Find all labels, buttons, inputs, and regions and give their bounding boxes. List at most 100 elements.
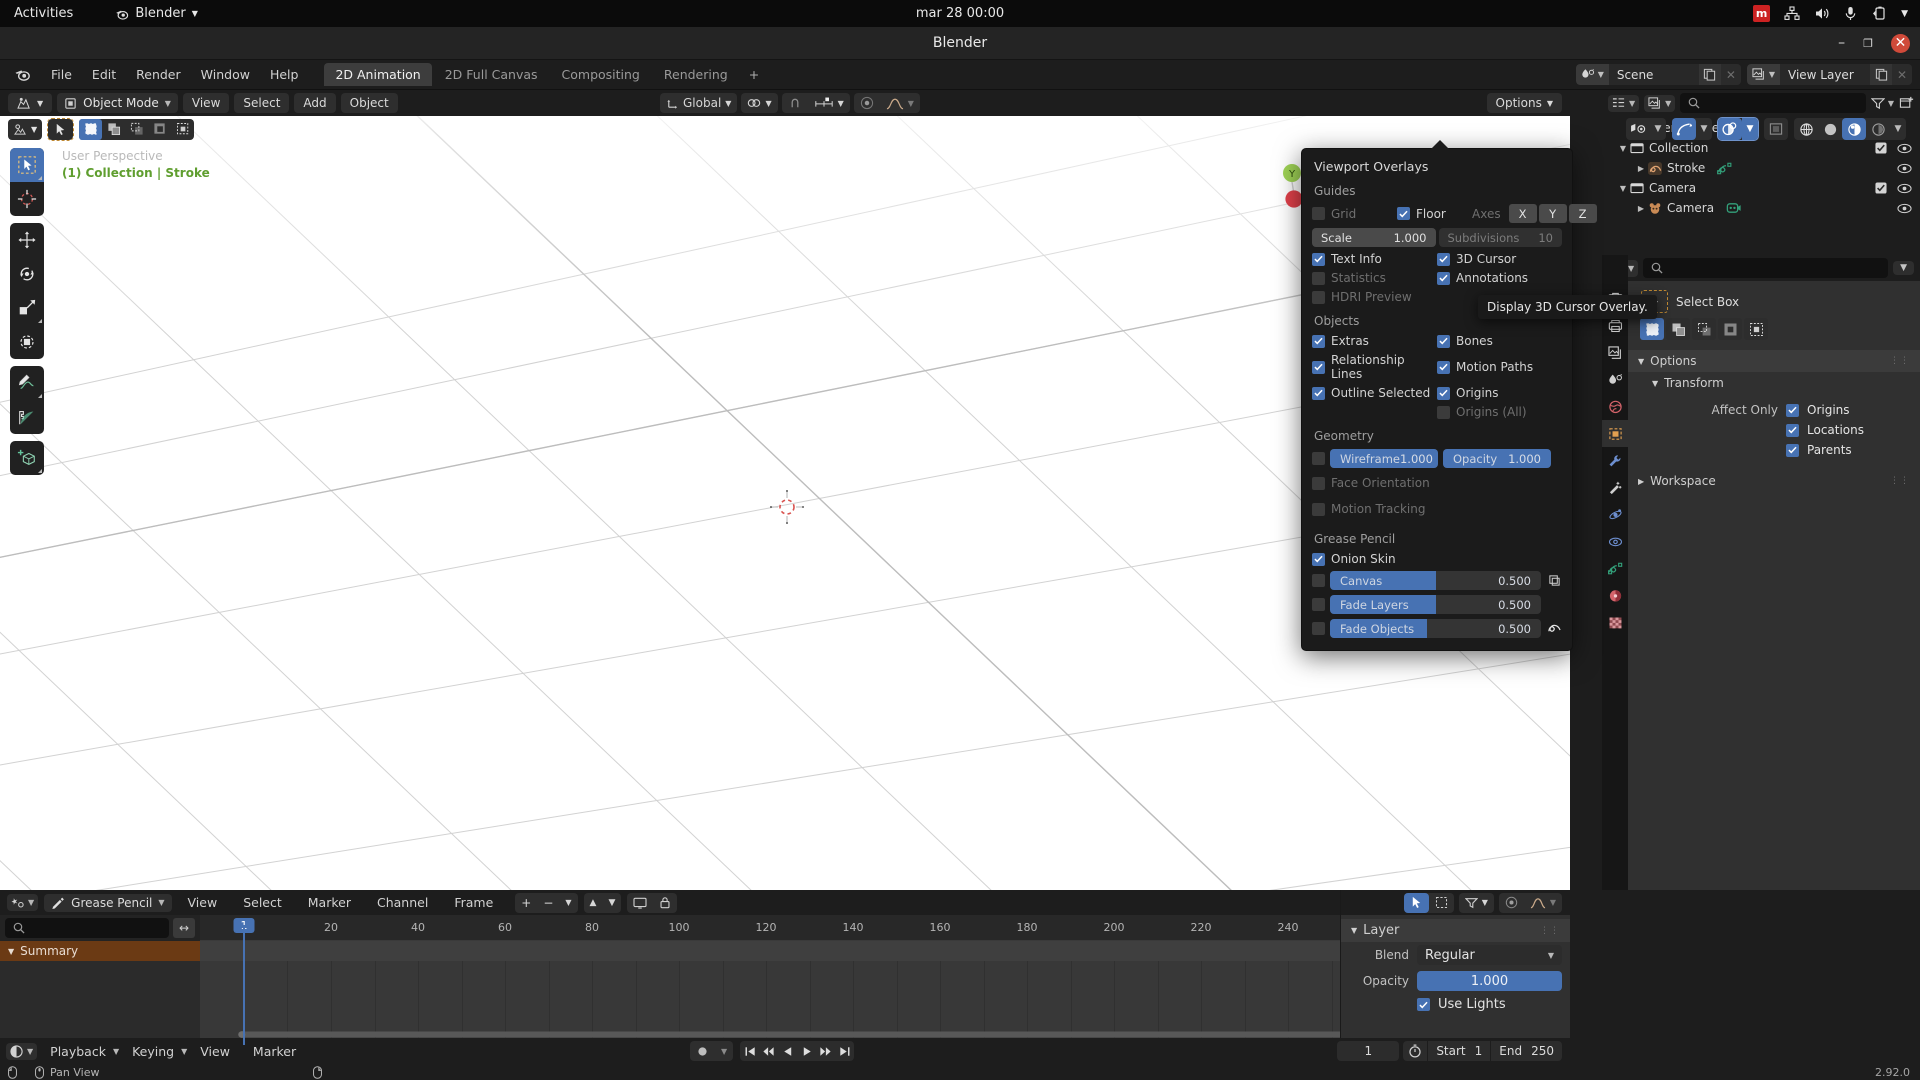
wireframe-checkbox[interactable] [1312, 452, 1325, 465]
canvas-extra-icon[interactable] [1546, 574, 1562, 587]
grid-scale-field[interactable]: Scale 1.000 [1312, 228, 1436, 247]
face-orientation-toggle[interactable]: Face Orientation [1312, 476, 1437, 490]
maximize-button[interactable]: ❐ [1863, 38, 1873, 49]
viewport-menu-object[interactable]: Object [340, 93, 398, 113]
add-workspace-button[interactable]: + [741, 63, 767, 86]
text-info-checkbox[interactable] [1312, 252, 1325, 266]
expand-triangle-icon[interactable]: ▼ [1616, 184, 1630, 193]
select-subtract-icon[interactable] [125, 119, 148, 140]
onion-skin-toggle[interactable]: Onion Skin [1312, 552, 1437, 566]
outliner-search-input[interactable] [1680, 93, 1866, 113]
wireframe-shading-icon[interactable] [1794, 118, 1818, 140]
locations-checkbox[interactable] [1786, 423, 1799, 437]
axis-x-button[interactable]: X [1508, 204, 1537, 223]
viewport-menu-add[interactable]: Add [294, 93, 336, 113]
relationship-lines-toggle[interactable]: Relationship Lines [1312, 353, 1437, 381]
start-frame-field[interactable]: Start 1 [1427, 1041, 1490, 1061]
current-frame-field[interactable]: 1 [1337, 1041, 1400, 1061]
use-preview-range-icon[interactable] [1403, 1041, 1427, 1061]
snap-target-selector[interactable]: ▼ [741, 93, 778, 113]
outliner-filter-icon[interactable]: ▼ [1870, 97, 1894, 110]
viewport-menu-view[interactable]: View [182, 93, 230, 113]
fade-objects-slider[interactable]: Fade Objects 0.500 [1330, 619, 1541, 638]
new-collection-icon[interactable] [1899, 96, 1914, 110]
axis-y-button[interactable]: Y [1538, 204, 1567, 223]
onion-skin-checkbox[interactable] [1312, 552, 1325, 566]
axis-z-button[interactable]: Z [1568, 204, 1597, 223]
tab-material-properties[interactable] [1602, 582, 1628, 609]
dopesheet-search-input[interactable] [5, 918, 169, 938]
text-info-toggle[interactable]: Text Info [1312, 252, 1437, 266]
fade-layers-slider[interactable]: Fade Layers 0.500 [1330, 595, 1541, 614]
grid-checkbox[interactable] [1312, 207, 1325, 220]
tool-annotate[interactable] [10, 366, 44, 400]
tab-constraints-properties[interactable] [1602, 528, 1628, 555]
end-frame-field[interactable]: End 250 [1490, 1041, 1562, 1061]
origins-checkbox[interactable] [1786, 403, 1799, 417]
playhead[interactable] [243, 925, 245, 1045]
menu-render[interactable]: Render [126, 64, 191, 85]
play-reverse-icon[interactable] [778, 1041, 797, 1061]
move-down-icon[interactable]: ▼ [602, 893, 621, 913]
parents-checkbox[interactable] [1786, 443, 1799, 457]
properties-search-input[interactable] [1643, 258, 1889, 278]
solid-shading-icon[interactable] [1818, 118, 1842, 140]
dopesheet-editor-type-icon[interactable]: ▼ [7, 894, 39, 911]
panel-workspace[interactable]: ▶ Workspace ⋮⋮ [1628, 470, 1920, 492]
timeline-menu-playback[interactable]: Playback [40, 1041, 116, 1062]
origins-toggle[interactable]: Origins [1437, 386, 1562, 400]
drag-handle-icon[interactable]: ⋮⋮ [1890, 356, 1910, 366]
motion-tracking-checkbox[interactable] [1312, 502, 1325, 516]
tab-effects-properties[interactable] [1602, 474, 1628, 501]
opacity-slider[interactable]: Opacity 1.000 [1443, 449, 1551, 468]
face-orientation-checkbox[interactable] [1312, 476, 1325, 490]
tool-rotate[interactable] [10, 257, 44, 291]
timeline-editor-type-icon[interactable]: ▼ [6, 1042, 38, 1060]
viewlayer-field[interactable]: ▼ View Layer ✕ [1746, 64, 1912, 85]
select-intersect-icon[interactable] [1718, 318, 1742, 340]
floor-toggle[interactable]: Floor [1397, 207, 1472, 221]
statistics-checkbox[interactable] [1312, 271, 1325, 285]
box-select-icon[interactable] [1429, 893, 1454, 913]
expand-triangle-icon[interactable]: ▼ [1616, 144, 1630, 153]
menu-edit[interactable]: Edit [82, 64, 126, 85]
sidebar-proportional-group[interactable]: ▼ [1498, 892, 1562, 913]
dopesheet-mode-selector[interactable]: Grease Pencil ▼ [44, 893, 172, 912]
menu-file[interactable]: File [41, 64, 82, 85]
remove-viewlayer-button[interactable]: ✕ [1892, 64, 1912, 85]
annotations-checkbox[interactable] [1437, 271, 1450, 285]
expand-triangle-icon[interactable]: ▶ [1634, 204, 1648, 213]
close-button[interactable]: ✕ [1891, 33, 1910, 53]
expand-channels-icon[interactable]: ↔ [173, 918, 195, 938]
xray-toggle[interactable] [1764, 118, 1788, 140]
keying-set-selector[interactable]: ▼ [690, 1041, 734, 1061]
3d-cursor-toggle[interactable]: 3D Cursor [1437, 252, 1562, 266]
layer-opacity-slider[interactable]: 1.000 [1417, 971, 1562, 991]
outliner-row-collection[interactable]: ▼ Collection [1602, 138, 1920, 158]
wireframe-slider[interactable]: Wireframe 1.000 [1330, 449, 1438, 468]
play-icon[interactable] [797, 1041, 816, 1061]
rendered-shading-icon[interactable] [1866, 118, 1890, 140]
dopesheet-menu-view[interactable]: View [178, 892, 228, 913]
select-difference-icon[interactable] [171, 119, 194, 140]
remove-keyframe-icon[interactable]: − [537, 893, 559, 913]
tab-object-properties[interactable] [1602, 420, 1628, 447]
select-new-icon[interactable] [1640, 318, 1664, 340]
tab-compositing[interactable]: Compositing [551, 63, 651, 86]
overlay-toggle-group[interactable]: ▼ [1717, 117, 1759, 141]
proportional-edit-group[interactable]: ▼ [781, 93, 850, 113]
motion-paths-checkbox[interactable] [1437, 360, 1450, 374]
only-show-selected-icon[interactable] [627, 893, 653, 913]
properties-options-icon[interactable]: ▼ [1893, 261, 1914, 275]
battery-icon[interactable] [1871, 6, 1887, 21]
grid-subdivisions-field[interactable]: Subdivisions 10 [1438, 228, 1562, 247]
m-icon[interactable]: m [1753, 5, 1771, 22]
select-difference-icon[interactable] [1744, 318, 1768, 340]
collection-checkbox[interactable] [1875, 142, 1887, 154]
canvas-checkbox[interactable] [1312, 574, 1325, 587]
tab-modifier-properties[interactable] [1602, 447, 1628, 474]
outliner-row-stroke[interactable]: ▶ Stroke [1602, 158, 1920, 178]
extras-checkbox[interactable] [1312, 334, 1325, 348]
new-scene-icon[interactable] [1698, 64, 1721, 85]
use-lights-checkbox[interactable] [1417, 998, 1430, 1011]
